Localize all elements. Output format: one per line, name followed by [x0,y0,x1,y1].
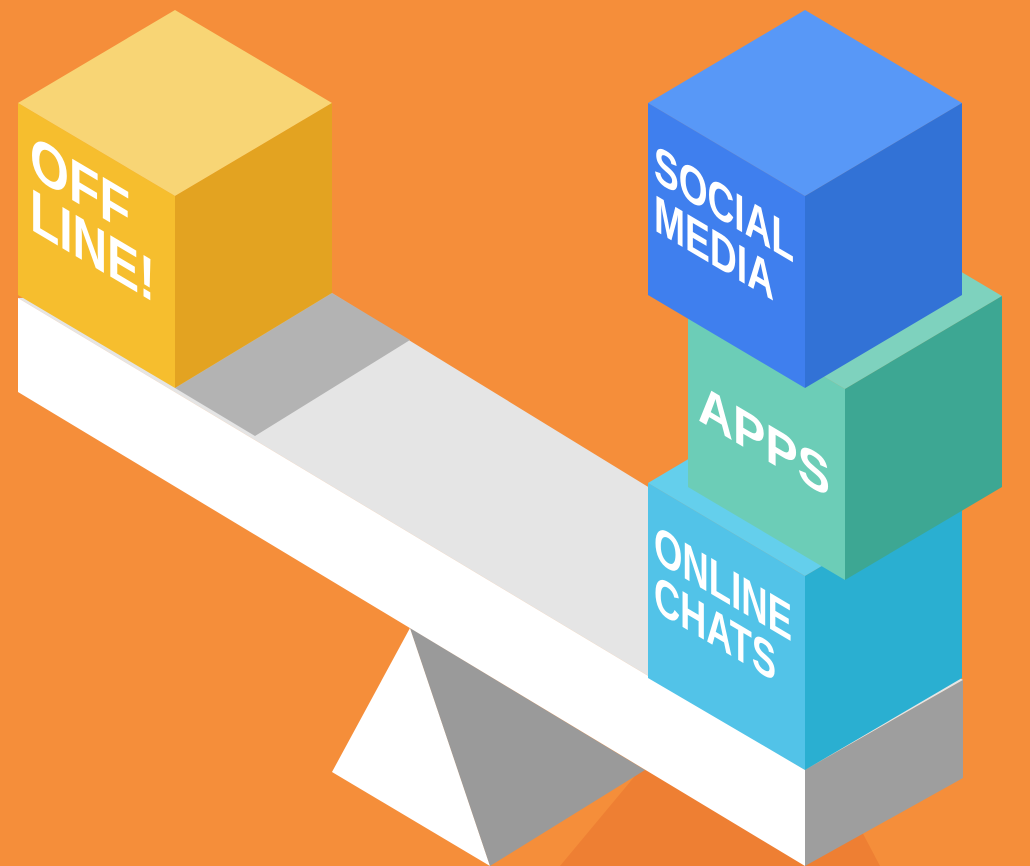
seesaw-illustration: OFF LINE! ONLINE CHATS APPS SOCIAL MEDIA [18,10,1002,866]
